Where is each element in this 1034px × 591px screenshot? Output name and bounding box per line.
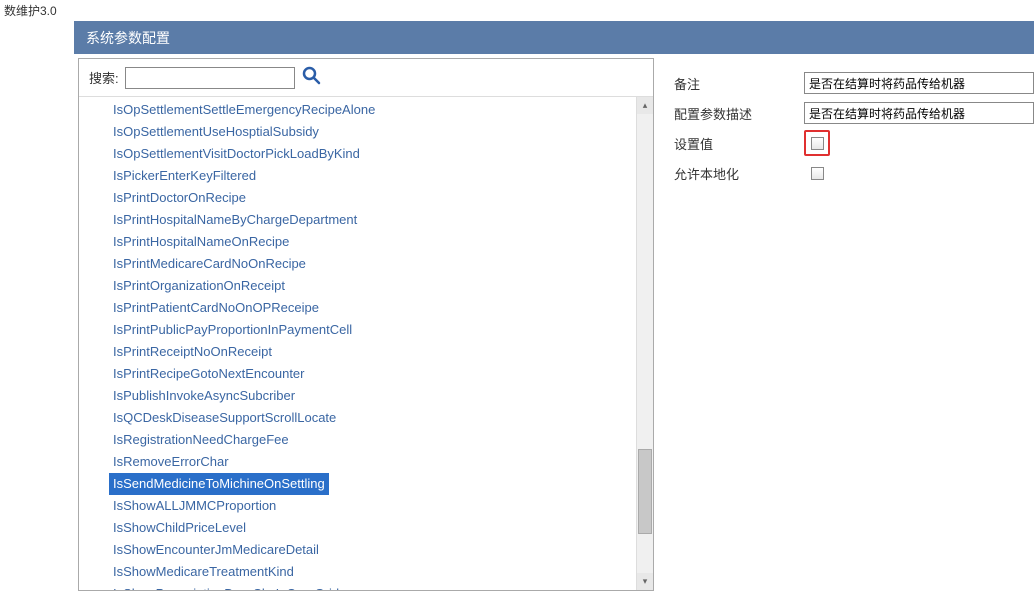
scroll-down-icon[interactable]: ▾ — [637, 573, 653, 590]
content-area: 系统参数配置 搜索: IsOpSettlementSettleEmergency… — [74, 21, 1034, 591]
desc-field[interactable] — [804, 102, 1034, 124]
remark-label: 备注 — [674, 74, 804, 93]
tree-item[interactable]: IsPrintPublicPayProportionInPaymentCell — [109, 319, 356, 341]
tree-item[interactable]: IsShowEncounterJmMedicareDetail — [109, 539, 323, 561]
tree-item[interactable]: IsQCDeskDiseaseSupportScrollLocate — [109, 407, 340, 429]
scroll-up-icon[interactable]: ▴ — [637, 97, 653, 114]
tree-item[interactable]: IsPublishInvokeAsyncSubcriber — [109, 385, 299, 407]
value-label: 设置值 — [674, 134, 804, 153]
tree-item[interactable]: IsPrintHospitalNameOnRecipe — [109, 231, 293, 253]
tree-item[interactable]: IsShowPrescriptionDropCbxInCureGrid — [109, 583, 343, 590]
tree-item[interactable]: IsPickerEnterKeyFiltered — [109, 165, 260, 187]
body-row: 搜索: IsOpSettlementSettleEmergencyRecipeA… — [74, 54, 1034, 591]
tree-item[interactable]: IsRegistrationNeedChargeFee — [109, 429, 293, 451]
tree-item[interactable]: IsRemoveErrorChar — [109, 451, 233, 473]
tree-item[interactable]: IsPrintDoctorOnRecipe — [109, 187, 250, 209]
tree-item[interactable]: IsPrintHospitalNameByChargeDepartment — [109, 209, 361, 231]
tree-item[interactable]: IsOpSettlementVisitDoctorPickLoadByKind — [109, 143, 364, 165]
form-row-value: 设置值 — [674, 128, 1034, 158]
desc-label: 配置参数描述 — [674, 104, 804, 123]
tree-wrapper: IsOpSettlementSettleEmergencyRecipeAlone… — [79, 97, 653, 590]
search-icon[interactable] — [301, 65, 321, 90]
left-panel: 搜索: IsOpSettlementSettleEmergencyRecipeA… — [78, 58, 654, 591]
form-row-allow-local: 允许本地化 — [674, 158, 1034, 188]
tree-item[interactable]: IsOpSettlementUseHosptialSubsidy — [109, 121, 323, 143]
app-title: 数维护3.0 — [0, 0, 1034, 21]
tree-item[interactable]: IsPrintOrganizationOnReceipt — [109, 275, 289, 297]
remark-field[interactable] — [804, 72, 1034, 94]
tree-item[interactable]: IsPrintRecipeGotoNextEncounter — [109, 363, 308, 385]
tree-list: IsOpSettlementSettleEmergencyRecipeAlone… — [79, 97, 636, 590]
tree-item[interactable]: IsPrintPatientCardNoOnOPReceipe — [109, 297, 323, 319]
allow-local-checkbox[interactable] — [811, 167, 824, 180]
left-gutter — [0, 21, 74, 591]
tree-item[interactable]: IsShowALLJMMCProportion — [109, 495, 280, 517]
search-bar: 搜索: — [79, 59, 653, 97]
tree-item[interactable]: IsOpSettlementSettleEmergencyRecipeAlone — [109, 99, 379, 121]
tree-item[interactable]: IsPrintReceiptNoOnReceipt — [109, 341, 276, 363]
tree-item[interactable]: IsShowMedicareTreatmentKind — [109, 561, 298, 583]
scroll-thumb[interactable] — [638, 449, 652, 534]
panel-title: 系统参数配置 — [86, 28, 170, 48]
panel-header: 系统参数配置 — [74, 21, 1034, 54]
scrollbar[interactable]: ▴ ▾ — [636, 97, 653, 590]
form-row-remark: 备注 — [674, 68, 1034, 98]
tree-item[interactable]: IsSendMedicineToMichineOnSettling — [109, 473, 329, 495]
allow-local-label: 允许本地化 — [674, 164, 804, 183]
tree-item[interactable]: IsShowChildPriceLevel — [109, 517, 250, 539]
value-checkbox-highlight — [804, 130, 830, 156]
tree-item[interactable]: IsPrintMedicareCardNoOnRecipe — [109, 253, 310, 275]
search-input[interactable] — [125, 67, 295, 89]
main-container: 系统参数配置 搜索: IsOpSettlementSettleEmergency… — [0, 21, 1034, 591]
form-row-desc: 配置参数描述 — [674, 98, 1034, 128]
right-panel: 备注 配置参数描述 设置值 允许本地化 — [654, 54, 1034, 591]
search-label: 搜索: — [89, 68, 119, 87]
allow-local-checkbox-wrap — [804, 160, 830, 186]
value-checkbox[interactable] — [811, 137, 824, 150]
